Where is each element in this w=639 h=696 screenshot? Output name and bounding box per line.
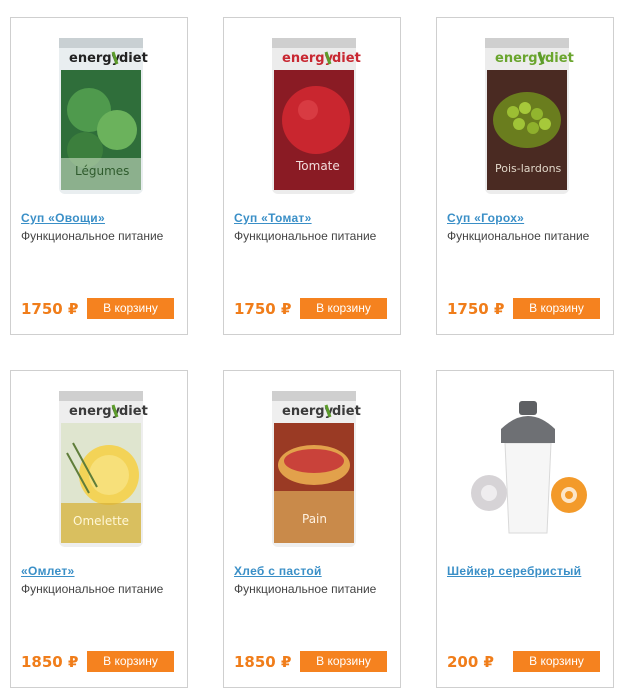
product-image-legumes[interactable]: energy diet Légumes <box>39 30 163 200</box>
svg-text:diet: diet <box>332 51 361 66</box>
product-image-tomate[interactable]: energy diet Tomate <box>252 30 376 200</box>
product-image-shaker[interactable] <box>465 383 589 553</box>
add-to-cart-button[interactable]: В корзину <box>300 651 387 672</box>
product-price: 1850 ₽ <box>234 653 292 671</box>
add-to-cart-button[interactable]: В корзину <box>513 298 600 319</box>
product-price: 1750 ₽ <box>234 300 292 318</box>
svg-text:diet: diet <box>332 404 361 419</box>
product-subtitle: Функциональное питание <box>234 582 377 596</box>
product-price: 200 ₽ <box>447 653 494 671</box>
add-to-cart-button[interactable]: В корзину <box>300 298 387 319</box>
product-subtitle: Функциональное питание <box>234 229 377 243</box>
svg-text:Légumes: Légumes <box>75 164 129 178</box>
product-price: 1850 ₽ <box>21 653 79 671</box>
product-card: energy diet Pain Хлеб с пастой Функциона… <box>223 370 401 688</box>
svg-text:diet: diet <box>119 51 148 66</box>
svg-text:diet: diet <box>545 51 574 66</box>
product-title[interactable]: Суп «Овощи» <box>21 211 105 225</box>
product-title[interactable]: «Омлет» <box>21 564 75 578</box>
product-subtitle: Функциональное питание <box>21 229 164 243</box>
add-to-cart-button[interactable]: В корзину <box>87 298 174 319</box>
svg-text:Pois-lardons: Pois-lardons <box>495 162 562 175</box>
product-image-omelette[interactable]: energy diet Omelette <box>39 383 163 553</box>
product-subtitle: Функциональное питание <box>21 582 164 596</box>
product-subtitle: Функциональное питание <box>447 229 590 243</box>
product-card: Шейкер серебристый 200 ₽ В корзину <box>436 370 614 688</box>
product-card: energy diet Pois-lardons Суп «Горох» Фун… <box>436 17 614 335</box>
product-title[interactable]: Шейкер серебристый <box>447 564 581 578</box>
svg-text:Pain: Pain <box>302 512 327 526</box>
product-card: energy diet Tomate Суп «Томат» Функциона… <box>223 17 401 335</box>
product-title[interactable]: Суп «Томат» <box>234 211 312 225</box>
svg-text:Omelette: Omelette <box>73 514 129 528</box>
product-price: 1750 ₽ <box>21 300 79 318</box>
product-price: 1750 ₽ <box>447 300 505 318</box>
add-to-cart-button[interactable]: В корзину <box>513 651 600 672</box>
svg-text:Tomate: Tomate <box>295 159 340 173</box>
product-title[interactable]: Хлеб с пастой <box>234 564 322 578</box>
add-to-cart-button[interactable]: В корзину <box>87 651 174 672</box>
product-image-pois-lardons[interactable]: energy diet Pois-lardons <box>465 30 589 200</box>
product-card: energy diet Légumes Суп «Овощи» Функцион… <box>10 17 188 335</box>
product-image-pain[interactable]: energy diet Pain <box>252 383 376 553</box>
svg-text:diet: diet <box>119 404 148 419</box>
product-title[interactable]: Суп «Горох» <box>447 211 524 225</box>
product-card: energy diet Omelette «Омлет» Функциональ… <box>10 370 188 688</box>
